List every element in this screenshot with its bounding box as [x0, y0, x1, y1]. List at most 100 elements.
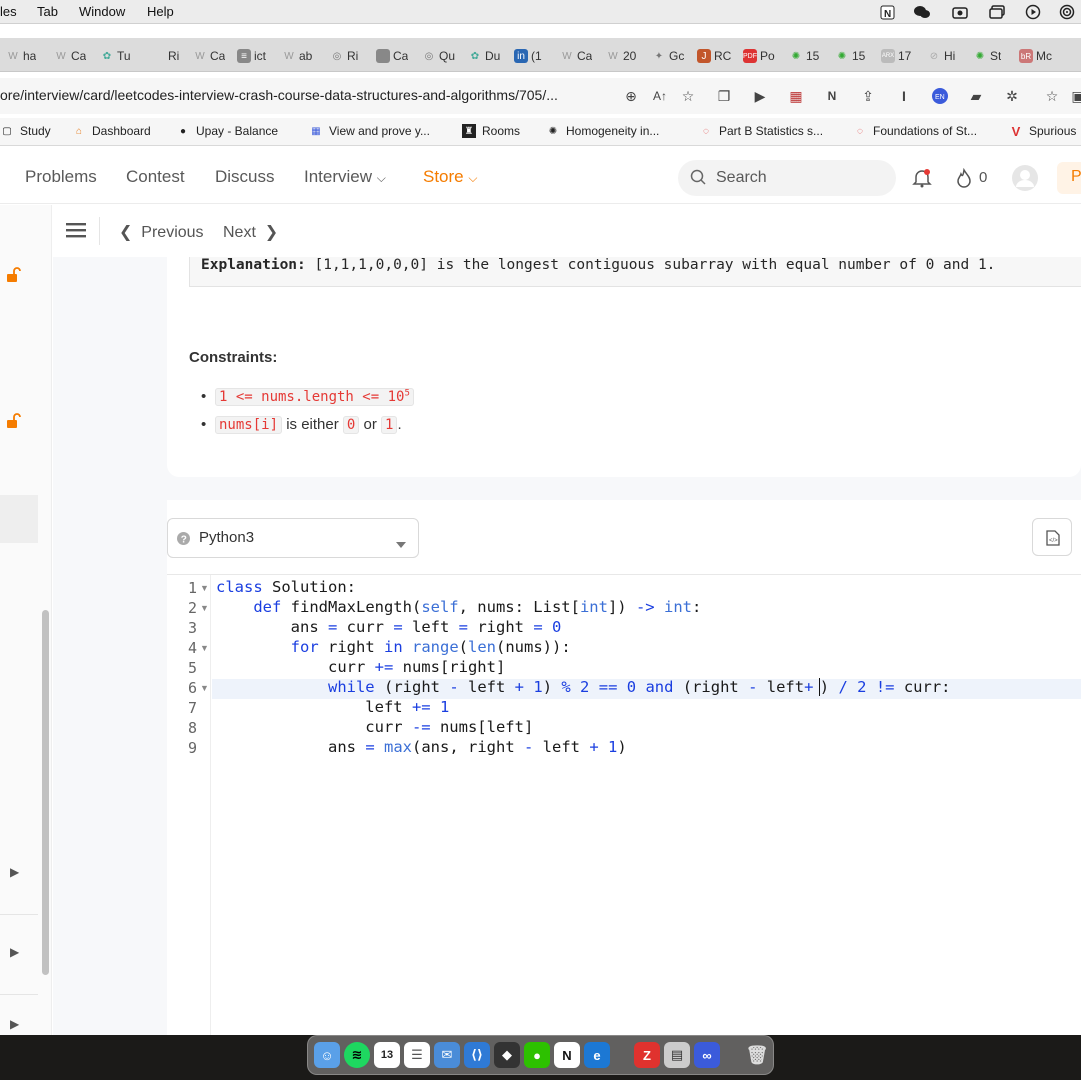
- play-tray-icon[interactable]: [1023, 3, 1043, 21]
- link-app-icon[interactable]: ∞: [694, 1042, 720, 1068]
- bookmark-homogeneity[interactable]: ✺ Homogeneity in...: [546, 124, 660, 138]
- bookmark-upay[interactable]: ● Upay - Balance: [176, 124, 278, 138]
- premium-button[interactable]: P: [1057, 162, 1081, 194]
- bookmark-foundations[interactable]: ◌ Foundations of St...: [853, 124, 977, 138]
- tab[interactable]: Wab: [282, 45, 312, 67]
- sidebar-section[interactable]: ▶: [0, 915, 38, 995]
- menu-icon[interactable]: [66, 221, 86, 244]
- notion-tray-icon[interactable]: N: [877, 3, 897, 21]
- fold-arrow-icon[interactable]: ▼: [200, 643, 209, 653]
- tab[interactable]: ✦ Gc: [652, 45, 685, 67]
- next-button[interactable]: Next ❯: [223, 222, 278, 242]
- bell-icon[interactable]: [912, 168, 932, 193]
- finder-icon[interactable]: ☺: [314, 1042, 340, 1068]
- code-file-button[interactable]: </>: [1032, 518, 1072, 556]
- menu-item-tab[interactable]: Tab: [37, 4, 58, 19]
- sidebar-selected-item[interactable]: [0, 495, 38, 543]
- extension-copy-icon[interactable]: ❐: [714, 86, 734, 106]
- tab[interactable]: ✿ Tu: [100, 45, 131, 67]
- bookmark-rooms[interactable]: ♜ Rooms: [462, 124, 520, 138]
- trash-icon[interactable]: 🗑: [744, 1042, 770, 1068]
- collections-icon[interactable]: ▣: [1068, 86, 1081, 106]
- bookmark-view-and-prove[interactable]: ▦ View and prove y...: [309, 124, 430, 138]
- calendar-extension-icon[interactable]: ▦: [786, 86, 806, 106]
- tab[interactable]: ⊘ Hi: [927, 45, 956, 67]
- notion-extension-icon[interactable]: N: [822, 86, 842, 106]
- tab[interactable]: in (1: [514, 45, 542, 67]
- url-field[interactable]: ore/interview/card/leetcodes-interview-c…: [0, 87, 558, 103]
- wechat-icon[interactable]: ●: [524, 1042, 550, 1068]
- dotted-circle-icon: ◌: [857, 125, 863, 137]
- tab[interactable]: W Ca: [54, 45, 86, 67]
- play-extension-icon[interactable]: ▶: [750, 86, 770, 106]
- nav-interview[interactable]: Interview ⌵: [304, 167, 386, 187]
- tab[interactable]: bR Mc: [1019, 45, 1052, 67]
- bookmark-dashboard[interactable]: ⌂ Dashboard: [72, 124, 151, 138]
- tab[interactable]: ✺ 15: [789, 45, 820, 67]
- mail-icon[interactable]: ✉: [434, 1042, 460, 1068]
- tab[interactable]: ◎ Ri: [330, 45, 359, 67]
- fold-arrow-icon[interactable]: ▼: [200, 603, 209, 613]
- nav-discuss[interactable]: Discuss: [215, 167, 275, 187]
- tab[interactable]: W Ca: [560, 45, 592, 67]
- mask-extension-icon[interactable]: ▰: [966, 86, 986, 106]
- window-tray-icon[interactable]: [987, 3, 1007, 21]
- spark-icon: ✦: [654, 50, 664, 62]
- nav-contest[interactable]: Contest: [126, 167, 185, 187]
- menu-item-files[interactable]: les: [0, 4, 17, 19]
- i-extension-icon[interactable]: I: [894, 86, 914, 106]
- vscode-icon[interactable]: ⟨⟩: [464, 1042, 490, 1068]
- nav-problems[interactable]: Problems: [25, 167, 97, 187]
- tab[interactable]: ✺ 15: [835, 45, 866, 67]
- extensions-puzzle-icon[interactable]: ✲: [1002, 86, 1022, 106]
- read-aloud-icon[interactable]: A↑: [650, 86, 670, 106]
- preview-icon[interactable]: ▤: [664, 1042, 690, 1068]
- sidebar-scrollbar[interactable]: [42, 610, 49, 975]
- tab[interactable]: Wha: [6, 45, 36, 67]
- code-area[interactable]: 1 ▼ 2 ▼ 3 4 ▼ 5 6 ▼ 7 8 9 class Solution: de…: [167, 574, 1081, 1036]
- tab[interactable]: ◎ Qu: [422, 45, 455, 67]
- tab[interactable]: ✿ Du: [468, 45, 501, 67]
- tab[interactable]: ✺ St: [973, 45, 1002, 67]
- edge-icon[interactable]: e: [584, 1042, 610, 1068]
- tab[interactable]: PDF Po: [743, 45, 775, 67]
- fold-arrow-icon[interactable]: ▼: [200, 583, 209, 593]
- tab[interactable]: ARX 17: [881, 45, 911, 67]
- menu-item-window[interactable]: Window: [79, 4, 125, 19]
- airdrop-tray-icon[interactable]: [1057, 3, 1077, 21]
- menu-item-help[interactable]: Help: [147, 4, 174, 19]
- chevron-right-icon: ▶: [10, 1017, 20, 1031]
- code-token: range: [412, 638, 459, 656]
- language-select[interactable]: ? Python3: [167, 518, 419, 558]
- avatar[interactable]: [1011, 164, 1039, 197]
- app-icon[interactable]: ◆: [494, 1042, 520, 1068]
- search-box[interactable]: Search: [678, 160, 896, 196]
- bookmark-part-b-statistics[interactable]: ◌ Part B Statistics s...: [699, 124, 823, 138]
- tab[interactable]: Ri: [168, 45, 179, 67]
- wechat-tray-icon[interactable]: [912, 3, 932, 21]
- notion-icon[interactable]: N: [554, 1042, 580, 1068]
- previous-button[interactable]: ❮ Previous: [119, 222, 204, 242]
- sidebar-section[interactable]: ▶: [0, 995, 38, 1035]
- calendar-icon[interactable]: 13: [374, 1042, 400, 1068]
- tab[interactable]: Ca: [376, 45, 408, 67]
- streak-flame-icon[interactable]: [955, 167, 973, 193]
- reminders-icon[interactable]: ☰: [404, 1042, 430, 1068]
- tab[interactable]: W Ca: [193, 45, 225, 67]
- bookmark-spurious[interactable]: V Spurious: [1009, 124, 1077, 139]
- upload-extension-icon[interactable]: ⇪: [858, 86, 878, 106]
- sidebar-section[interactable]: ▶: [0, 835, 38, 915]
- zoom-icon[interactable]: ⊕: [621, 86, 641, 106]
- fold-arrow-icon[interactable]: ▼: [200, 683, 209, 693]
- translate-extension-icon[interactable]: EN: [930, 86, 950, 106]
- nav-store[interactable]: Store ⌵: [423, 167, 477, 187]
- tab[interactable]: J RC: [697, 45, 731, 67]
- favorites-list-icon[interactable]: ☆: [1042, 86, 1062, 106]
- spotify-icon[interactable]: ≋: [344, 1042, 370, 1068]
- favorite-star-icon[interactable]: ☆: [678, 86, 698, 106]
- bookmark-study[interactable]: ▢ Study: [0, 124, 50, 138]
- clipboard-tray-icon[interactable]: [950, 3, 970, 21]
- tab[interactable]: W 20: [606, 45, 636, 67]
- zotero-icon[interactable]: Z: [634, 1042, 660, 1068]
- tab[interactable]: ≡ ict: [237, 45, 266, 67]
